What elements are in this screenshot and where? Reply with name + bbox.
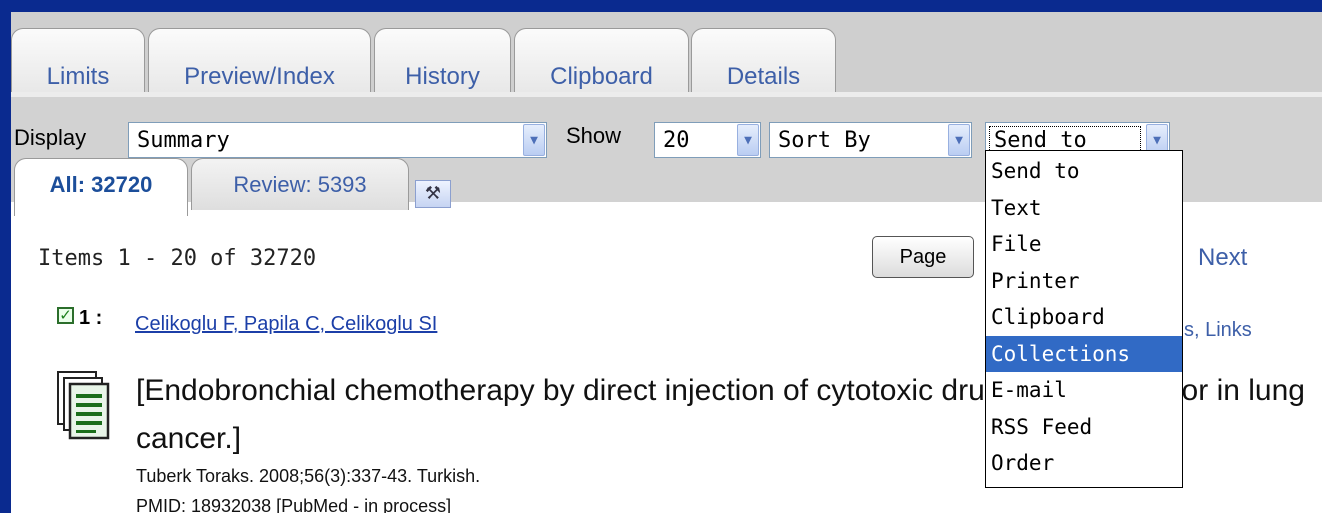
items-count: Items 1 - 20 of 32720 [38,246,317,271]
citation: Tuberk Toraks. 2008;56(3):337-43. Turkis… [136,466,481,486]
next-page-link[interactable]: Next [1198,244,1247,272]
abstract-document-icon[interactable] [56,370,112,442]
tab-all-results[interactable]: All: 32720 [14,158,188,216]
send-to-option[interactable]: Printer [986,263,1182,300]
send-to-option[interactable]: File [986,226,1182,263]
display-select[interactable]: Summary ▼ [128,122,547,158]
authors-link[interactable]: Celikoglu F, Papila C, Celikoglu SI [135,313,437,336]
item-number: 1 : [79,307,103,329]
send-to-option[interactable]: Order [986,445,1182,482]
display-select-value: Summary [137,128,230,153]
links-link[interactable]: s, Links [1184,319,1252,342]
tab-history[interactable]: History [374,28,511,92]
tab-details[interactable]: Details [691,28,836,92]
show-label: Show [566,123,622,148]
pmid: PMID: 18932038 [PubMed - in process] [136,496,452,513]
result-checkbox[interactable]: ✓ [57,307,74,324]
top-tab-strip: Limits Preview/Index History Clipboard D… [11,12,1322,97]
show-count-select[interactable]: 20 ▼ [654,122,761,158]
tab-preview-index[interactable]: Preview/Index [148,28,371,92]
tab-clipboard[interactable]: Clipboard [514,28,689,92]
show-count-value: 20 [663,128,690,153]
chevron-down-icon[interactable]: ▼ [948,124,970,156]
sort-by-value: Sort By [778,128,871,153]
send-to-option[interactable]: Clipboard [986,299,1182,336]
send-to-option[interactable]: Text [986,190,1182,227]
send-to-option[interactable]: Send to [986,153,1182,190]
tab-review-results[interactable]: Review: 5393 [191,158,409,210]
chevron-down-icon[interactable]: ▼ [523,124,545,156]
send-to-dropdown-list: Send to Text File Printer Clipboard Coll… [985,150,1183,488]
browser-frame: Limits Preview/Index History Clipboard D… [11,12,1322,513]
display-label: Display [14,125,87,150]
tools-icon[interactable]: ⚒ [415,180,451,208]
page-button[interactable]: Page [872,236,974,278]
send-to-option[interactable]: E-mail [986,372,1182,409]
sort-by-select[interactable]: Sort By ▼ [769,122,972,158]
chevron-down-icon[interactable]: ▼ [737,124,759,156]
tab-limits[interactable]: Limits [11,28,145,92]
send-to-option[interactable]: RSS Feed [986,409,1182,446]
send-to-option-highlighted[interactable]: Collections [986,335,1182,372]
